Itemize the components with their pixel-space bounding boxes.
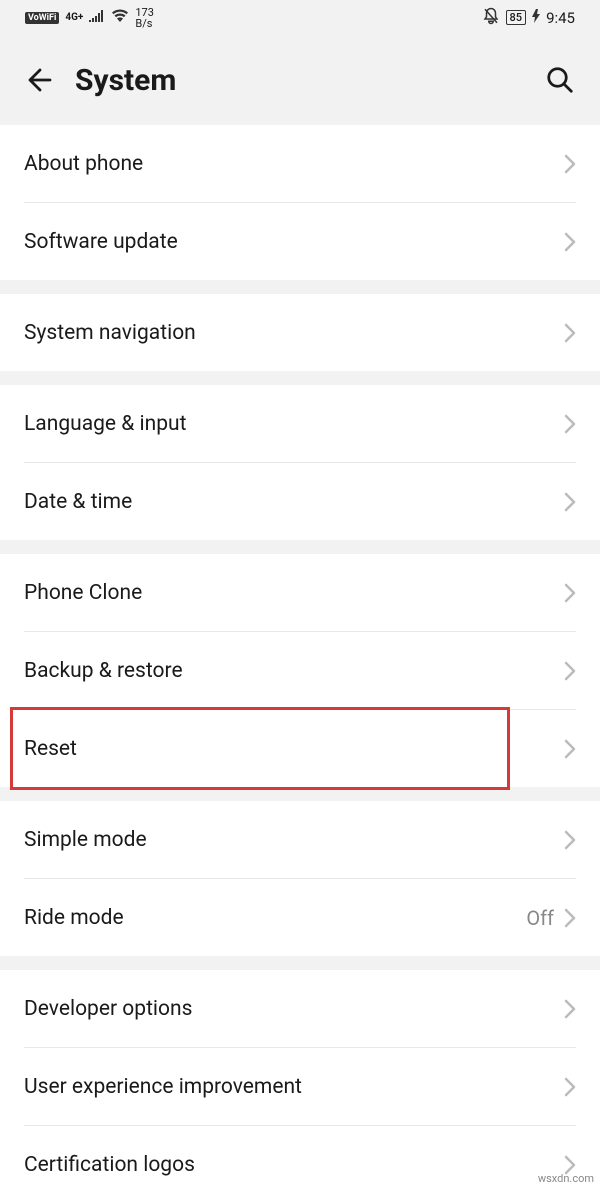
back-button[interactable] [20,60,60,100]
row-ride-mode[interactable]: Ride mode Off [0,879,600,956]
settings-group: Developer options User experience improve… [0,970,600,1203]
chevron-right-icon [564,1077,576,1097]
wifi-icon [111,9,129,26]
row-phone-clone[interactable]: Phone Clone [0,554,600,631]
row-label: Reset [24,737,77,761]
row-right [564,830,576,850]
row-developer-options[interactable]: Developer options [0,970,600,1047]
settings-group: System navigation [0,294,600,371]
charging-icon [532,9,540,27]
status-left: VoWiFi 4G+ 173B/s [25,7,154,29]
chevron-right-icon [564,154,576,174]
row-right [564,661,576,681]
row-right: Off [526,906,576,930]
chevron-right-icon [564,908,576,928]
row-label: About phone [24,152,143,176]
highlight-annotation [10,707,510,790]
row-right [564,739,576,759]
row-value: Off [526,906,554,930]
chevron-right-icon [564,739,576,759]
row-label: User experience improvement [24,1075,302,1099]
chevron-right-icon [564,583,576,603]
row-certification-logos[interactable]: Certification logos [0,1126,600,1203]
row-label: Language & input [24,412,186,436]
row-right [564,583,576,603]
row-user-experience[interactable]: User experience improvement [0,1048,600,1125]
row-label: Software update [24,230,178,254]
row-about-phone[interactable]: About phone [0,125,600,202]
chevron-right-icon [564,999,576,1019]
network-type: 4G+ [65,13,83,22]
row-software-update[interactable]: Software update [0,203,600,280]
settings-group: About phone Software update [0,125,600,280]
back-arrow-icon [25,65,55,95]
signal-bars-icon [89,10,105,26]
row-label: Ride mode [24,906,124,930]
row-label: Simple mode [24,828,147,852]
status-bar: VoWiFi 4G+ 173B/s 85 9:45 [0,0,600,35]
chevron-right-icon [564,830,576,850]
row-right [564,414,576,434]
row-right [564,492,576,512]
clock: 9:45 [546,9,575,27]
row-backup-restore[interactable]: Backup & restore [0,632,600,709]
mute-icon [482,7,500,29]
chevron-right-icon [564,492,576,512]
row-right [564,232,576,252]
status-right: 85 9:45 [482,7,575,29]
battery-indicator: 85 [506,10,527,25]
row-system-navigation[interactable]: System navigation [0,294,600,371]
row-label: Developer options [24,997,192,1021]
watermark: wsxdn.com [538,1172,594,1185]
row-right [564,323,576,343]
settings-group: Language & input Date & time [0,385,600,540]
search-icon [545,65,575,95]
vowifi-badge: VoWiFi [25,12,59,24]
row-label: Phone Clone [24,581,142,605]
row-simple-mode[interactable]: Simple mode [0,801,600,878]
row-language-input[interactable]: Language & input [0,385,600,462]
settings-list: About phone Software update System navigat… [0,125,600,1203]
row-label: Backup & restore [24,659,183,683]
chevron-right-icon [564,414,576,434]
settings-group: Phone Clone Backup & restore Reset [0,554,600,787]
row-right [564,154,576,174]
chevron-right-icon [564,232,576,252]
row-right [564,999,576,1019]
header: System [0,35,600,125]
row-label: System navigation [24,321,196,345]
page-title: System [75,63,540,98]
row-date-time[interactable]: Date & time [0,463,600,540]
network-speed: 173B/s [135,7,154,29]
row-right [564,1077,576,1097]
chevron-right-icon [564,323,576,343]
search-button[interactable] [540,60,580,100]
row-reset[interactable]: Reset [0,710,600,787]
row-label: Certification logos [24,1153,195,1177]
row-label: Date & time [24,490,132,514]
chevron-right-icon [564,661,576,681]
settings-group: Simple mode Ride mode Off [0,801,600,956]
